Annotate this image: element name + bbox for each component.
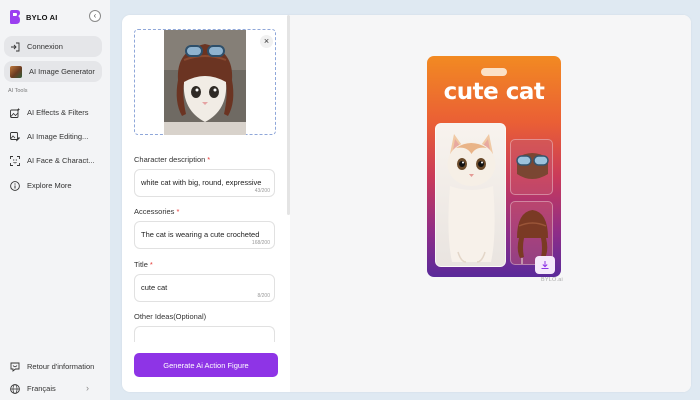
figure-blister [435,123,506,267]
sidebar-item-label: AI Image Editing... [27,132,89,141]
bylo-logo-icon [10,10,20,24]
image-thumbnail-icon [10,65,22,78]
sidebar-item-label: AI Image Generator [29,67,95,76]
brand-name: BYLO AI [26,12,58,22]
remove-image-button[interactable]: × [260,35,273,48]
collapse-sidebar-button[interactable]: ‹ [89,10,101,22]
sidebar-item-label: Français [27,384,56,393]
watermark: BYLO.ai [541,277,563,283]
upload-dropzone[interactable]: × [134,29,276,135]
download-icon [541,261,549,269]
generate-action-figure-button[interactable]: Generate Ai Action Figure [134,353,278,377]
field-value: cute cat [141,283,168,292]
sidebar-item-ai-effects[interactable]: AI Effects & Filters [4,102,102,123]
card-title: cute cat [443,79,545,105]
other-ideas-label: Other Ideas(Optional) [134,312,206,321]
main-panel: × Character description * white cat with … [122,15,691,392]
accessories-input[interactable]: The cat is wearing a cute crocheted 168/… [134,221,275,249]
field-value: The cat is wearing a cute crocheted [141,230,260,239]
feedback-icon [10,362,20,372]
action-figure-result[interactable]: cute cat [427,56,561,277]
sidebar-item-ai-face-character[interactable]: AI Face & Charact... [4,150,102,171]
image-edit-icon [10,131,20,141]
chevron-right-icon: › [86,383,89,393]
hang-tab [481,68,507,76]
sidebar-item-feedback[interactable]: Retour d'information [4,356,102,377]
sparkle-image-icon [10,107,20,118]
cat-figure-image [447,134,496,263]
sidebar-item-label: Retour d'information [27,362,95,371]
preview-panel: cute cat BYLO.ai [290,15,691,392]
required-asterisk: * [149,260,153,269]
character-count: 168/200 [251,240,270,246]
sidebar-item-label: Connexion [27,42,63,51]
field-label-text: Accessories [134,207,175,216]
section-label-ai-tools: AI Tools [8,88,28,94]
sidebar: BYLO AI ‹ Connexion AI Image Generator A… [0,0,110,400]
face-scan-icon [10,155,20,166]
sidebar-item-ai-image-editing[interactable]: AI Image Editing... [4,126,102,147]
sidebar-item-connexion[interactable]: Connexion [4,36,102,57]
goggles-blister [510,139,553,195]
title-input[interactable]: cute cat 8/200 [134,274,275,302]
field-value: white cat with big, round, expressive [141,178,262,187]
character-count: 8/200 [257,293,270,299]
form-panel: × Character description * white cat with … [122,15,290,392]
sidebar-item-ai-image-generator[interactable]: AI Image Generator [4,61,102,82]
brand[interactable]: BYLO AI [10,9,58,25]
field-label-text: Character description [134,155,206,164]
goggles-accessory-image [516,153,549,179]
info-circle-icon [10,180,20,191]
cat-photo-image [164,30,246,135]
sidebar-item-language[interactable]: Français › [4,378,102,399]
login-icon [11,42,20,51]
sidebar-item-explore-more[interactable]: Explore More [4,175,102,196]
field-label-text: Other Ideas(Optional) [134,312,207,321]
field-label-text: Title [134,260,148,269]
required-asterisk: * [176,207,180,216]
uploaded-cat-photo [164,30,246,135]
sidebar-item-label: AI Effects & Filters [27,108,89,117]
globe-icon [10,383,20,394]
sidebar-item-label: Explore More [27,181,72,190]
download-button[interactable] [535,256,555,274]
sidebar-item-label: AI Face & Charact... [27,156,95,165]
character-description-input[interactable]: white cat with big, round, expressive 43… [134,169,275,197]
accessories-label: Accessories * [134,207,179,216]
other-ideas-input[interactable] [134,326,275,342]
character-description-label: Character description * [134,155,210,164]
title-label: Title * [134,260,153,269]
required-asterisk: * [207,155,211,164]
character-count: 43/200 [254,188,270,194]
